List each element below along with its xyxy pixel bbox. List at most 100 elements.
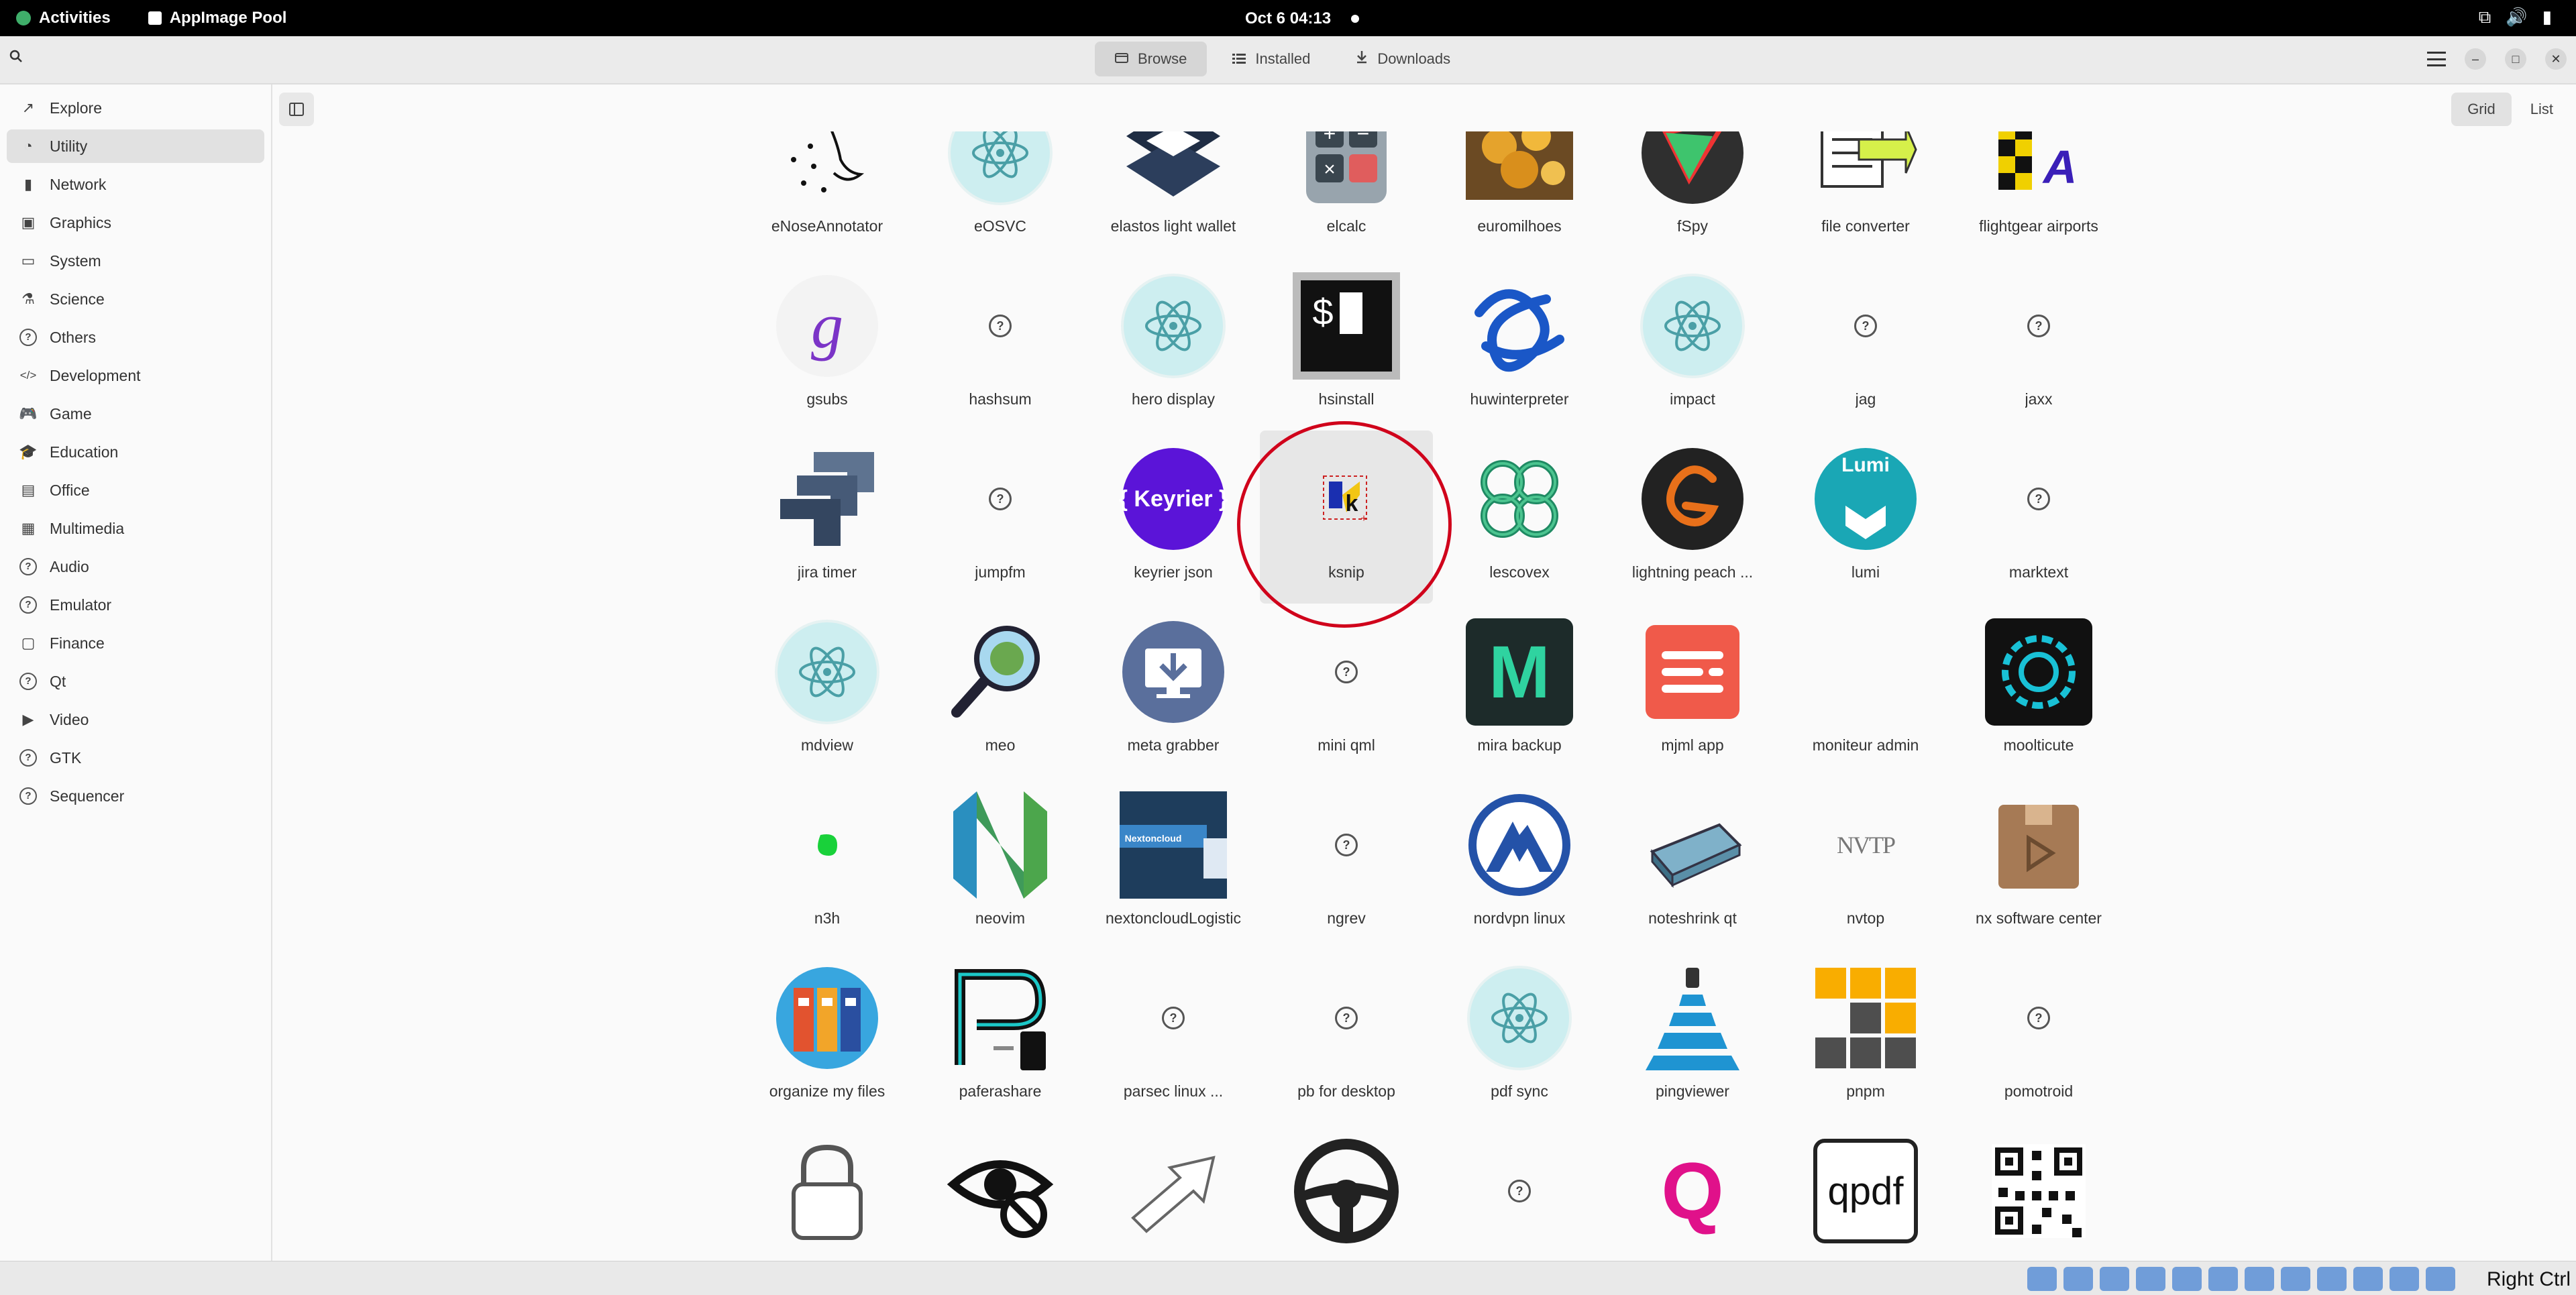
app-tile[interactable]: lescovex [1433, 431, 1606, 604]
sidebar-item-network[interactable]: ▮ Network [7, 168, 264, 201]
app-tile[interactable]: mjml app [1606, 604, 1779, 777]
app-tile[interactable]: ? jag [1779, 258, 1952, 431]
app-tile[interactable]: ? ngrev [1260, 777, 1433, 950]
app-tile[interactable]: meo [914, 604, 1087, 777]
app-tile[interactable]: n3h [741, 777, 914, 950]
sidebar-item-emulator[interactable]: ? Emulator [7, 588, 264, 622]
app-tile[interactable]: ? jumpfm [914, 431, 1087, 604]
menu-icon[interactable] [2427, 52, 2446, 66]
app-name: organize my files [769, 1082, 885, 1100]
app-tile[interactable] [914, 1123, 1087, 1261]
app-tile[interactable]: pnpm [1779, 950, 1952, 1123]
app-tile[interactable]: Q [1606, 1123, 1779, 1261]
app-tile[interactable]: hero display [1087, 258, 1260, 431]
sidebar-item-explore[interactable]: ↗ Explore [7, 91, 264, 125]
app-tile[interactable]: g gsubs [741, 258, 914, 431]
app-tile[interactable]: elastos light wallet [1087, 131, 1260, 258]
app-tile[interactable] [1952, 1123, 2125, 1261]
sidebar-item-development[interactable]: </> Development [7, 359, 264, 392]
app-tile[interactable]: nordvpn linux [1433, 777, 1606, 950]
app-tile[interactable]: file converter [1779, 131, 1952, 258]
app-tile[interactable]: lightning peach ... [1606, 431, 1779, 604]
app-tile[interactable]: ? parsec linux ... [1087, 950, 1260, 1123]
clock[interactable]: Oct 6 04:13 [1245, 9, 1331, 28]
app-tile[interactable]: eOSVC [914, 131, 1087, 258]
app-tile[interactable] [1087, 1123, 1260, 1261]
sidebar-item-gtk[interactable]: ? GTK [7, 741, 264, 775]
app-tile[interactable]: ? pomotroid [1952, 950, 2125, 1123]
sidebar-item-office[interactable]: ▤ Office [7, 473, 264, 507]
app-name: file converter [1821, 217, 1910, 235]
app-tile[interactable]: moolticute [1952, 604, 2125, 777]
app-tile[interactable]: moniteur admin [1779, 604, 1952, 777]
app-tile[interactable]: paferashare [914, 950, 1087, 1123]
app-tile[interactable]: neovim [914, 777, 1087, 950]
app-tile[interactable]: ? marktext [1952, 431, 2125, 604]
sidebar-item-qt[interactable]: ? Qt [7, 665, 264, 698]
tab-downloads[interactable]: Downloads [1336, 42, 1470, 76]
qr-icon [1984, 1136, 2094, 1246]
sidebar-item-video[interactable]: ▶ Video [7, 703, 264, 736]
tab-installed[interactable]: Installed [1212, 42, 1330, 76]
app-tile[interactable]: ? pb for desktop [1260, 950, 1433, 1123]
tab-browse[interactable]: Browse [1095, 42, 1208, 76]
app-tile[interactable]: mdview [741, 604, 914, 777]
sidebar-item-graphics[interactable]: ▣ Graphics [7, 206, 264, 239]
app-tile[interactable]: ? hashsum [914, 258, 1087, 431]
app-tile[interactable]: ? jaxx [1952, 258, 2125, 431]
app-tile[interactable]: meta grabber [1087, 604, 1260, 777]
toggle-sidebar-button[interactable] [279, 93, 314, 126]
grid-button[interactable]: Grid [2451, 93, 2512, 126]
app-tile[interactable]: jira timer [741, 431, 914, 604]
app-tile[interactable]: euromilhoes [1433, 131, 1606, 258]
app-name: meo [985, 736, 1016, 754]
app-tile[interactable]: $ hsinstall [1260, 258, 1433, 431]
app-tile[interactable]: fSpy [1606, 131, 1779, 258]
app-tile[interactable] [741, 1123, 914, 1261]
bars-icon: ▮ [23, 176, 33, 192]
app-tile[interactable]: ? mini qml [1260, 604, 1433, 777]
app-name: neovim [975, 909, 1026, 927]
app-tile[interactable]: + − × elcalc [1260, 131, 1433, 258]
list-button[interactable]: List [2514, 93, 2569, 126]
system-tray[interactable]: ⧉ 🔊 ▮ [2479, 7, 2552, 28]
app-tile[interactable]: impact [1606, 258, 1779, 431]
sidebar-item-audio[interactable]: ? Audio [7, 550, 264, 583]
app-tile[interactable]: AFflightgear airports [1952, 131, 2125, 258]
app-tile[interactable]: qpdf [1779, 1123, 1952, 1261]
app-tile[interactable]: { Keyrier } keyrier json [1087, 431, 1260, 604]
electron-icon [945, 131, 1055, 208]
app-tile[interactable] [1260, 1123, 1433, 1261]
sidebar-item-game[interactable]: 🎮 Game [7, 397, 264, 431]
activities-button[interactable]: Activities [16, 9, 111, 27]
sidebar-item-science[interactable]: ⚗ Science [7, 282, 264, 316]
app-tile[interactable]: ? [1433, 1123, 1606, 1261]
app-menu[interactable]: AppImage Pool [148, 9, 286, 27]
app-tile[interactable]: eNoseAnnotator [741, 131, 914, 258]
sidebar-item-label: GTK [50, 748, 82, 767]
sidebar-item-sequencer[interactable]: ? Sequencer [7, 779, 264, 813]
app-tile[interactable]: organize my files [741, 950, 914, 1123]
app-tile[interactable]: pdf sync [1433, 950, 1606, 1123]
host-key-label: Right Ctrl [2486, 1268, 2571, 1290]
app-tile[interactable]: Mmira backup [1433, 604, 1606, 777]
app-tile[interactable]: nx software center [1952, 777, 2125, 950]
app-tile[interactable]: noteshrink qt [1606, 777, 1779, 950]
sidebar-item-others[interactable]: ? Others [7, 321, 264, 354]
app-tile[interactable]: NVTP nvtop [1779, 777, 1952, 950]
sidebar-item-education[interactable]: 🎓 Education [7, 435, 264, 469]
sidebar-item-utility[interactable]: ◔ Utility [7, 129, 264, 163]
close-button[interactable]: ✕ [2545, 48, 2567, 70]
app-tile[interactable]: huwinterpreter [1433, 258, 1606, 431]
sidebar-item-finance[interactable]: ▢ Finance [7, 626, 264, 660]
maximize-button[interactable]: □ [2505, 48, 2526, 70]
sidebar-item-multimedia[interactable]: ▦ Multimedia [7, 512, 264, 545]
app-tile[interactable]: Lumi lumi [1779, 431, 1952, 604]
app-tile[interactable]: pingviewer [1606, 950, 1779, 1123]
app-name: nx software center [1976, 909, 2102, 927]
sidebar-item-system[interactable]: ▭ System [7, 244, 264, 278]
search-icon[interactable] [9, 50, 23, 63]
tab-label: Browse [1138, 50, 1187, 67]
app-tile[interactable]: Nextoncloud nextoncloudLogistic [1087, 777, 1260, 950]
minimize-button[interactable]: – [2465, 48, 2486, 70]
